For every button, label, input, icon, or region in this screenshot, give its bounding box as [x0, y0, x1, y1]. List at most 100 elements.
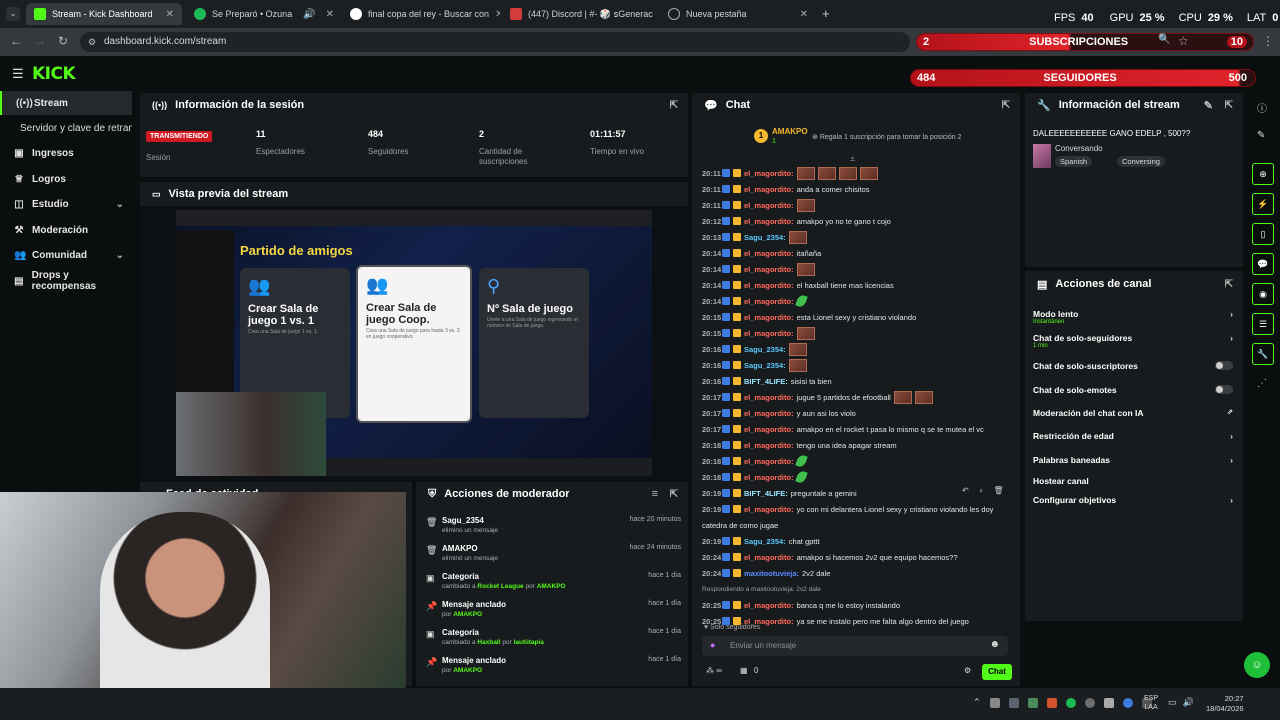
send-chat-button[interactable]: Chat [982, 664, 1012, 680]
bookmark-star-icon[interactable]: ☆ [1178, 34, 1189, 48]
sidebar-item-community[interactable]: 👥 Comunidad ⌄ [0, 243, 132, 267]
popout-icon[interactable]: ⇱ [1225, 279, 1233, 290]
chat-message[interactable]: 20:11 el_magordito: [702, 166, 1002, 180]
chat-message[interactable]: 20:15 el_magordito: [702, 326, 1002, 340]
action-subscribers-only[interactable]: Chat de solo-suscriptores [1033, 361, 1233, 371]
popout-icon[interactable]: ⇱ [1002, 100, 1010, 111]
chat-message[interactable]: 20:24 maxitootuvieja: 2v2 dale [702, 566, 1002, 580]
back-icon[interactable]: ← [10, 34, 22, 48]
close-tab-icon[interactable]: ✕ [495, 9, 500, 20]
rail-broadcast-icon[interactable]: ◉ [1252, 283, 1274, 305]
floating-chat-button[interactable]: ☺ [1244, 652, 1270, 678]
emote-image[interactable] [796, 166, 815, 180]
chat-settings-icon[interactable]: ⚙ [964, 666, 971, 675]
new-tab-button[interactable]: + [822, 6, 830, 21]
action-host-channel[interactable]: Hostear canal [1033, 476, 1233, 486]
chat-message[interactable]: 20:13 Sagu_2354: [702, 230, 1002, 244]
reload-icon[interactable]: ↻ [58, 34, 68, 48]
chat-username[interactable]: el_magordito: [744, 425, 794, 434]
emote-image[interactable] [796, 262, 815, 276]
chat-username[interactable]: el_magordito: [744, 505, 794, 514]
chat-message[interactable]: 20:25 el_magordito: banca q me lo estoy in… [702, 598, 1002, 612]
stream-video[interactable]: Partido de amigos 👥 Crear Sala de juego … [176, 210, 652, 476]
chat-message[interactable]: 20:16 Sagu_2354: [702, 342, 1002, 356]
clock[interactable]: 20:27 18/04/2026 [1206, 694, 1244, 714]
action-age-restriction[interactable]: Restricción de edad › [1033, 431, 1233, 441]
chat-message[interactable]: 20:12 el_magordito: amakpo yo no te gano t… [702, 214, 1002, 228]
rail-wrench-icon[interactable]: 🔧 [1252, 343, 1274, 365]
emote-image[interactable] [788, 230, 807, 244]
chat-username[interactable]: el_magordito: [744, 457, 794, 466]
chat-username[interactable]: el_magordito: [744, 409, 794, 418]
chat-username[interactable]: Sagu_2354: [744, 361, 786, 370]
chat-username[interactable]: el_magordito: [744, 297, 794, 306]
chat-username[interactable]: el_magordito: [744, 329, 794, 338]
pin-icon[interactable]: ⍖ [979, 486, 984, 496]
chat-username[interactable]: el_magordito: [744, 217, 794, 226]
chat-message[interactable]: 20:18 el_magordito: [702, 453, 1002, 469]
chat-username[interactable]: el_magordito: [744, 265, 794, 274]
chat-username[interactable]: Sagu_2354: [744, 233, 786, 242]
chat-username[interactable]: el_magordito: [744, 201, 794, 210]
pencil-icon[interactable]: ✎ [1257, 130, 1265, 141]
action-configure-goals[interactable]: Configurar objetivos › [1033, 495, 1233, 505]
chat-message[interactable]: 20:17 el_magordito: jugue 5 partidos de ef… [702, 390, 1002, 404]
emotes-only-toggle[interactable] [1215, 385, 1233, 394]
chat-message[interactable]: 20:15 el_magordito: esta Lionel sexy y cri… [702, 310, 1002, 324]
action-ai-moderation[interactable]: Moderación del chat con IA ⇗ [1033, 408, 1233, 418]
chat-message[interactable]: 20:19 BIFT_4LIFE: preguntale a gemini [702, 486, 1002, 500]
tray-app-icon[interactable] [1028, 698, 1038, 708]
share-icon[interactable]: ⋰ [1257, 378, 1267, 389]
sidebar-item-moderation[interactable]: ⚒ Moderación [0, 218, 132, 242]
action-slow-mode[interactable]: Modo lento Instantáneo › [1033, 309, 1233, 325]
chat-username[interactable]: el_magordito: [744, 185, 794, 194]
tab-new-tab[interactable]: Nueva pestaña ✕ [660, 3, 816, 25]
action-emotes-only[interactable]: Chat de solo-emotes [1033, 385, 1233, 395]
leaf-emote-icon[interactable] [794, 453, 808, 469]
emote-image[interactable] [893, 390, 912, 404]
mic-icon[interactable]: ● [710, 640, 715, 650]
popout-icon[interactable]: ⇱ [670, 100, 678, 111]
chat-message[interactable]: 20:19 Sagu_2354: chat gpttt [702, 534, 1002, 548]
sidebar-item-studio[interactable]: ◫ Estudio ⌄ [0, 192, 132, 216]
chat-message[interactable]: 20:18 el_magordito: tengo una idea apagar … [702, 438, 1002, 452]
chat-message[interactable]: 20:17 el_magordito: y aun asi los violo [702, 406, 1002, 420]
chat-message[interactable]: 20:14 el_magordito: [702, 293, 1002, 309]
rail-doc-icon[interactable]: ▯ [1252, 223, 1274, 245]
emote-image[interactable] [914, 390, 933, 404]
action-followers-only[interactable]: Chat de solo-seguidores 1 min › [1033, 333, 1233, 349]
chat-username[interactable]: el_magordito: [744, 393, 794, 402]
chat-message[interactable]: 20:14 el_magordito: [702, 262, 1002, 276]
forward-icon[interactable]: → [34, 34, 46, 48]
info-icon[interactable]: ⓘ [1257, 100, 1267, 115]
tab-google-search[interactable]: final copa del rey - Buscar con ✕ [342, 3, 500, 25]
leaf-emote-icon[interactable] [794, 469, 808, 485]
tab-discord[interactable]: (447) Discord | #- 🎲 ꜱGenerac ✕ [502, 3, 658, 25]
pin-indicator-icon[interactable]: ⩡ [850, 154, 855, 165]
emote-image[interactable] [859, 166, 878, 180]
sidebar-item-drops[interactable]: ▤ Drops y recompensas [0, 269, 132, 293]
rail-chat-icon[interactable]: 💬 [1252, 253, 1274, 275]
emoji-icon[interactable]: ☻ [989, 639, 1000, 650]
chat-message[interactable]: 20:16 BIFT_4LIFE: sisisi ta bien [702, 374, 1002, 388]
chat-username[interactable]: BIFT_4LIFE: [744, 489, 788, 498]
emote-image[interactable] [788, 358, 807, 372]
browser-menu-icon[interactable]: ⋮ [1262, 34, 1274, 48]
close-tab-icon[interactable]: ✕ [166, 9, 174, 20]
chat-username[interactable]: el_magordito: [744, 601, 794, 610]
chat-username[interactable]: el_magordito: [744, 281, 794, 290]
popout-icon[interactable]: ⇱ [1225, 100, 1233, 111]
chat-message[interactable]: 20:14 el_magordito: itañaña [702, 246, 1002, 260]
chat-username[interactable]: el_magordito: [744, 169, 794, 178]
tab-spotify[interactable]: Se Preparó • Ozuna 🔊 ✕ [186, 3, 342, 25]
emote-image[interactable] [817, 166, 836, 180]
popout-icon[interactable]: ⇱ [670, 489, 678, 500]
hamburger-menu-icon[interactable]: ☰ [12, 66, 24, 82]
chat-username[interactable]: BIFT_4LIFE: [744, 377, 788, 386]
rail-target-icon[interactable]: ⊕ [1252, 163, 1274, 185]
chat-message[interactable]: 20:14 el_magordito: el haxball tiene mas l… [702, 278, 1002, 292]
tab-search-button[interactable]: ⌄ [6, 7, 20, 21]
channel-points-icon[interactable]: ⁂ ∞ [706, 666, 722, 675]
tray-app-icon[interactable] [1047, 698, 1057, 708]
sidebar-item-server-key[interactable]: Servidor y clave de retransm [0, 116, 132, 140]
